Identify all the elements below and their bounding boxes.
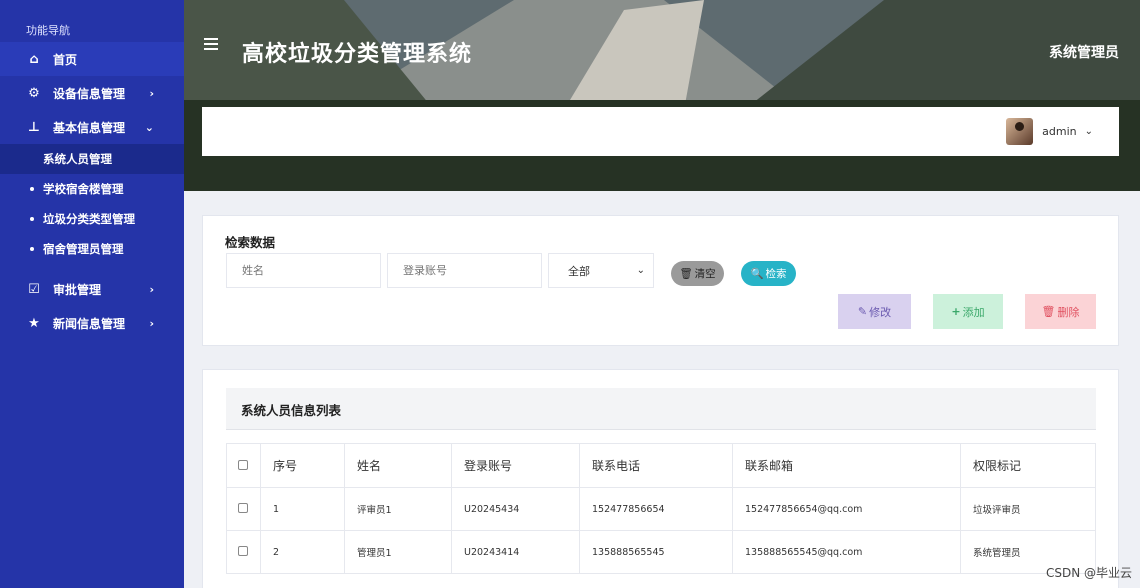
sidebar-subitem-staff[interactable]: 系统人员管理 bbox=[0, 144, 184, 174]
column-header: 姓名 bbox=[344, 443, 452, 488]
account-input[interactable] bbox=[387, 253, 542, 288]
sidebar-item-label: 审批管理 bbox=[53, 282, 102, 297]
table-row[interactable]: 2 管理员1 U20243414 135888565545 1358885655… bbox=[226, 530, 1096, 574]
name-input[interactable] bbox=[226, 253, 381, 288]
table-cell: 评审员1 bbox=[344, 487, 452, 531]
column-header: 序号 bbox=[260, 443, 345, 488]
sitemap-icon: ⊥ bbox=[28, 119, 40, 135]
sidebar-item-label: 基本信息管理 bbox=[53, 120, 126, 135]
search-icon: 🔍 bbox=[750, 268, 764, 280]
edit-button[interactable]: ✎ 修改 bbox=[838, 294, 911, 329]
search-panel: 检索数据 全部 ⌄ 🗑 清空 🔍 检索 ✎ 修改 + 添加 🗑 删除 bbox=[202, 215, 1119, 346]
user-name: admin bbox=[1042, 125, 1077, 138]
chevron-down-icon: ⌄ bbox=[636, 265, 645, 276]
bullet-icon bbox=[30, 247, 34, 251]
row-checkbox-cell bbox=[226, 487, 261, 531]
chevron-right-icon: › bbox=[149, 86, 154, 100]
sidebar: 功能导航 ⌂ 首页 ⚙ 设备信息管理 › ⊥ 基本信息管理 ⌄ 系统人员管理 学… bbox=[0, 0, 184, 588]
clear-button-label: 清空 bbox=[694, 268, 716, 280]
home-icon: ⌂ bbox=[29, 51, 39, 67]
table-row[interactable]: 1 评审员1 U20245434 152477856654 1524778566… bbox=[226, 487, 1096, 531]
edit-icon: ✎ bbox=[857, 305, 868, 318]
avatar bbox=[1006, 118, 1034, 145]
column-header: 联系电话 bbox=[579, 443, 733, 488]
table-cell: 135888565545 bbox=[579, 530, 733, 574]
filter-select[interactable]: 全部 ⌄ bbox=[548, 253, 654, 288]
sidebar-item-label: 新闻信息管理 bbox=[53, 316, 126, 331]
table-cell: U20243414 bbox=[451, 530, 580, 574]
bullet-icon bbox=[30, 187, 34, 191]
watermark: CSDN @毕业云 bbox=[1045, 566, 1132, 580]
table-cell: 垃圾评审员 bbox=[960, 487, 1096, 531]
sidebar-item-approval[interactable]: ☑ 审批管理 › bbox=[0, 272, 184, 306]
user-bar: admin ⌄ bbox=[202, 107, 1119, 156]
role-label: 系统管理员 bbox=[1049, 45, 1119, 61]
table-title: 系统人员信息列表 bbox=[241, 403, 342, 418]
star-icon: ★ bbox=[28, 315, 40, 331]
add-button-label: 添加 bbox=[962, 305, 985, 319]
filter-select-value: 全部 bbox=[568, 264, 590, 278]
column-header: 权限标记 bbox=[960, 443, 1096, 488]
edit-button-label: 修改 bbox=[869, 305, 892, 319]
staff-table-panel: 系统人员信息列表 序号 姓名 登录账号 联系电话 联系邮箱 权限标记 1 评审员… bbox=[202, 369, 1119, 588]
chevron-right-icon: › bbox=[149, 282, 154, 296]
table-cell: 2 bbox=[260, 530, 345, 574]
gears-icon: ⚙ bbox=[28, 85, 40, 101]
trash-icon: 🗑 bbox=[679, 268, 693, 280]
table-cell: 管理员1 bbox=[344, 530, 452, 574]
staff-table: 序号 姓名 登录账号 联系电话 联系邮箱 权限标记 1 评审员1 U202454… bbox=[226, 443, 1096, 574]
plus-icon: + bbox=[951, 305, 961, 318]
column-header: 联系邮箱 bbox=[732, 443, 961, 488]
table-cell: 1 bbox=[260, 487, 345, 531]
clear-button[interactable]: 🗑 清空 bbox=[671, 261, 724, 286]
delete-button[interactable]: 🗑 删除 bbox=[1025, 294, 1096, 329]
row-checkbox[interactable] bbox=[238, 545, 248, 556]
add-button[interactable]: + 添加 bbox=[933, 294, 1003, 329]
chevron-down-icon: ⌄ bbox=[144, 120, 154, 134]
row-checkbox[interactable] bbox=[238, 502, 248, 513]
search-title: 检索数据 bbox=[225, 235, 276, 250]
checkbox-icon: ☑ bbox=[28, 281, 40, 297]
mountain-background bbox=[184, 0, 1140, 191]
sidebar-item-news[interactable]: ★ 新闻信息管理 › bbox=[0, 306, 184, 340]
table-header-row: 序号 姓名 登录账号 联系电话 联系邮箱 权限标记 bbox=[226, 443, 1096, 488]
menu-toggle-icon[interactable] bbox=[204, 38, 218, 53]
sidebar-subitem-label: 系统人员管理 bbox=[43, 152, 112, 166]
sidebar-subitem-dorm[interactable]: 学校宿舍楼管理 bbox=[0, 174, 184, 204]
row-checkbox-cell bbox=[226, 530, 261, 574]
sidebar-item-label: 首页 bbox=[53, 52, 78, 67]
header-banner: 高校垃圾分类管理系统 系统管理员 admin ⌄ bbox=[184, 0, 1140, 191]
bullet-icon bbox=[30, 217, 34, 221]
table-cell: 135888565545@qq.com bbox=[732, 530, 961, 574]
user-menu[interactable]: admin ⌄ bbox=[1006, 118, 1093, 145]
sidebar-item-device[interactable]: ⚙ 设备信息管理 › bbox=[0, 76, 184, 110]
chevron-right-icon: › bbox=[149, 316, 154, 330]
trash-icon: 🗑 bbox=[1041, 305, 1056, 318]
sidebar-item-label: 设备信息管理 bbox=[53, 86, 126, 101]
select-all-checkbox[interactable] bbox=[238, 459, 248, 470]
column-header: 登录账号 bbox=[451, 443, 580, 488]
table-title-bar: 系统人员信息列表 bbox=[226, 388, 1096, 430]
sidebar-item-basic[interactable]: ⊥ 基本信息管理 ⌄ bbox=[0, 110, 184, 144]
chevron-down-icon: ⌄ bbox=[1084, 126, 1093, 137]
sidebar-subitem-label: 学校宿舍楼管理 bbox=[43, 182, 124, 196]
sidebar-title: 功能导航 bbox=[26, 24, 70, 37]
sidebar-subitem-label: 宿舍管理员管理 bbox=[43, 242, 124, 256]
search-button[interactable]: 🔍 检索 bbox=[741, 261, 796, 286]
sidebar-item-home[interactable]: ⌂ 首页 bbox=[0, 42, 184, 76]
sidebar-subitem-dorm-admin[interactable]: 宿舍管理员管理 bbox=[0, 234, 184, 264]
sidebar-subitem-garbage-type[interactable]: 垃圾分类类型管理 bbox=[0, 204, 184, 234]
table-cell: 152477856654@qq.com bbox=[732, 487, 961, 531]
delete-button-label: 删除 bbox=[1057, 305, 1080, 319]
table-cell: U20245434 bbox=[451, 487, 580, 531]
table-cell: 152477856654 bbox=[579, 487, 733, 531]
select-all-cell bbox=[226, 443, 261, 488]
search-button-label: 检索 bbox=[765, 268, 787, 280]
sidebar-subitem-label: 垃圾分类类型管理 bbox=[43, 212, 135, 226]
system-title: 高校垃圾分类管理系统 bbox=[242, 42, 473, 67]
